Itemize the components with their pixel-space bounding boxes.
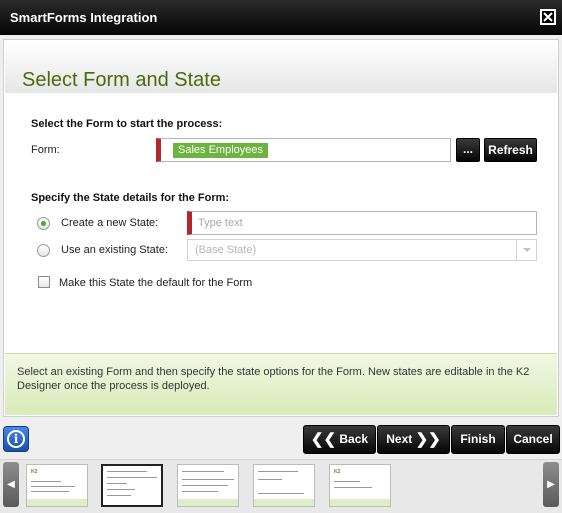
existing-state-radio[interactable] (37, 244, 50, 257)
form-section-label: Select the Form to start the process: (31, 118, 223, 130)
close-button[interactable] (540, 9, 556, 25)
selected-form-token[interactable]: Sales Employees (173, 143, 268, 158)
info-message-text: Select an existing Form and then specify… (17, 366, 530, 392)
step-thumbnail[interactable] (253, 464, 315, 507)
page-title: Select Form and State (22, 69, 221, 91)
content-panel: Select Form and State Select the Form to… (3, 39, 559, 417)
default-state-label: Make this State the default for the Form (59, 277, 253, 289)
new-state-radio[interactable] (37, 217, 50, 230)
window-title: SmartForms Integration (10, 10, 158, 25)
title-bar: SmartForms Integration (0, 0, 562, 35)
form-picker-field[interactable]: Sales Employees (156, 138, 451, 162)
triangle-right-icon: ▶ (547, 479, 555, 490)
next-button[interactable]: Next ❯❯ (377, 425, 450, 454)
k2-logo: K2 (31, 469, 38, 475)
default-state-checkbox[interactable] (38, 276, 50, 288)
strip-scroll-right-button[interactable]: ▶ (543, 462, 559, 507)
step-thumbnail[interactable]: K2 (329, 464, 391, 507)
next-label: Next (386, 432, 413, 446)
state-section-label: Specify the State details for the Form: (31, 192, 230, 204)
double-chevron-left-icon: ❮❮ (310, 431, 337, 448)
step-thumbnail[interactable] (177, 464, 239, 507)
browse-form-button[interactable]: ... (456, 138, 480, 162)
triangle-left-icon: ◀ (7, 479, 15, 490)
existing-state-value: (Base State) (195, 244, 257, 256)
double-chevron-right-icon: ❯❯ (415, 431, 441, 448)
existing-state-label: Use an existing State: (61, 244, 169, 256)
chevron-down-icon[interactable] (516, 240, 536, 260)
close-icon (543, 12, 553, 22)
refresh-button[interactable]: Refresh (484, 138, 537, 162)
finish-button[interactable]: Finish (451, 425, 505, 454)
k2-logo: K2 (334, 469, 341, 475)
existing-state-select[interactable]: (Base State) (187, 239, 537, 261)
strip-scroll-left-button[interactable]: ◀ (3, 462, 19, 507)
dialog-window: SmartForms Integration Select Form and S… (0, 0, 562, 513)
info-icon: i (7, 430, 25, 448)
panel-header: Select Form and State (5, 41, 557, 93)
step-thumbnail[interactable]: K2 (26, 464, 88, 507)
form-label: Form: (31, 144, 60, 156)
help-info-button[interactable]: i (3, 426, 29, 452)
info-message-box: Select an existing Form and then specify… (5, 353, 557, 415)
back-button[interactable]: ❮❮ Back (303, 425, 376, 454)
step-thumbnail-active[interactable] (101, 464, 163, 507)
new-state-label: Create a new State: (61, 217, 159, 229)
cancel-button[interactable]: Cancel (506, 425, 560, 454)
new-state-input[interactable] (192, 212, 536, 234)
new-state-field[interactable] (187, 211, 537, 235)
back-label: Back (339, 432, 369, 446)
